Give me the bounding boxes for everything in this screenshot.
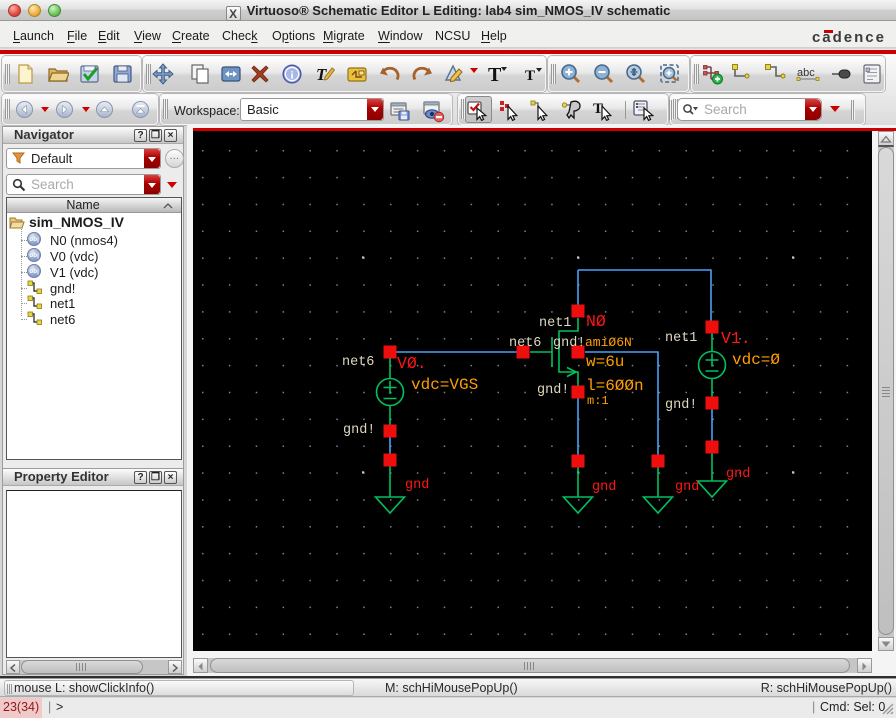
svg-text:NØ: NØ	[586, 312, 606, 331]
svg-text:l=6ØØn: l=6ØØn	[586, 377, 644, 395]
svg-text:w=6u: w=6u	[586, 353, 624, 371]
svg-text:gnd: gnd	[675, 480, 699, 495]
svg-text:T: T	[488, 64, 502, 85]
svg-text:gnd!: gnd!	[665, 398, 697, 413]
svg-text:net6: net6	[342, 355, 374, 370]
svg-text:gnd: gnd	[592, 480, 616, 495]
svg-text:gnd!: gnd!	[553, 336, 585, 351]
svg-text:T: T	[525, 68, 535, 84]
svg-text:V1.: V1.	[721, 329, 751, 348]
svg-text:amiØ6N: amiØ6N	[585, 335, 632, 350]
svg-text:gnd: gnd	[726, 467, 750, 482]
svg-text:vdc=Ø: vdc=Ø	[732, 351, 780, 369]
svg-text:gnd: gnd	[405, 478, 429, 493]
svg-text:m:1: m:1	[587, 394, 609, 408]
svg-text:net1: net1	[539, 316, 571, 331]
svg-text:gnd!: gnd!	[537, 383, 569, 398]
svg-text:T: T	[316, 65, 327, 84]
svg-text:i: i	[290, 70, 293, 82]
svg-text:gnd!: gnd!	[343, 423, 375, 438]
svg-text:net6: net6	[509, 336, 541, 351]
svg-text:net1: net1	[665, 331, 697, 346]
svg-text:vdc=VGS: vdc=VGS	[411, 376, 478, 394]
svg-text:VØ.: VØ.	[397, 354, 427, 373]
